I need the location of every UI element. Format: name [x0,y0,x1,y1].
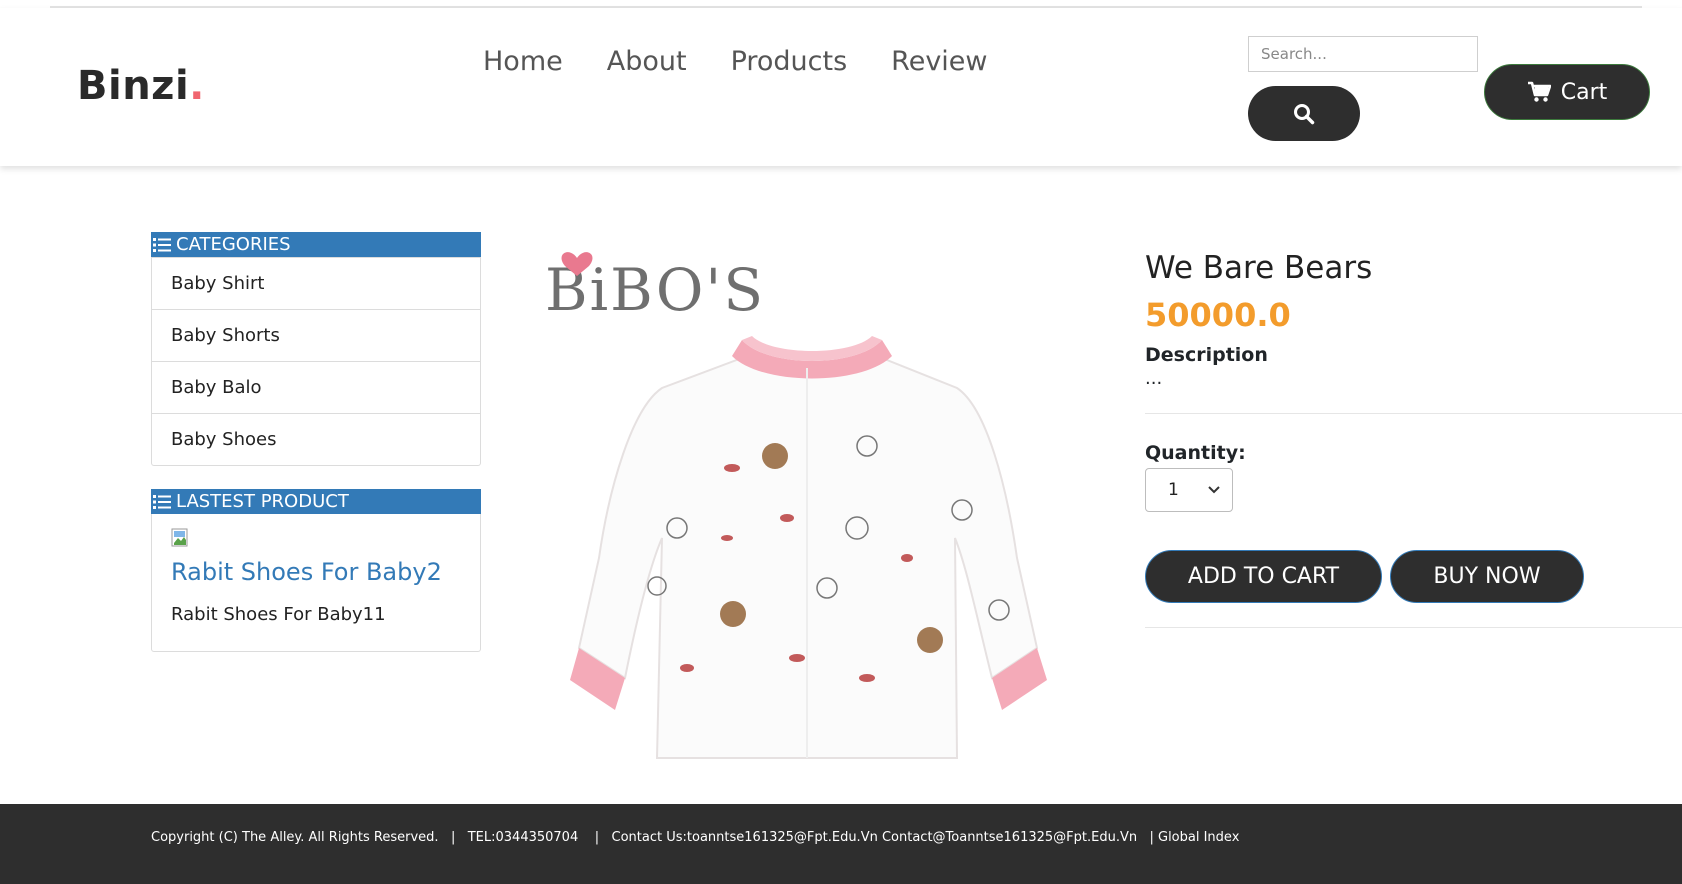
category-item[interactable]: Baby Shirt [152,257,480,309]
search-icon [1294,103,1315,124]
divider [1145,627,1682,628]
product-price: 50000.0 [1145,296,1291,334]
description-text: ... [1145,368,1163,389]
add-to-cart-button[interactable]: ADD TO CART [1145,550,1382,603]
broken-image-icon [171,528,188,547]
quantity-value: 1 [1168,480,1179,500]
site-logo[interactable]: Binzi. [77,63,205,109]
cart-button[interactable]: Cart [1484,64,1650,120]
list-icon [153,237,171,252]
categories-title: CATEGORIES [176,234,291,255]
category-item[interactable]: Baby Shorts [152,309,480,361]
logo-text: Binzi [77,63,190,109]
nav-products[interactable]: Products [731,46,848,77]
site-header: Binzi. Home About Products Review Cart [0,8,1682,166]
logo-dot: . [189,63,205,109]
divider [1145,413,1682,414]
category-item[interactable]: Baby Balo [152,361,480,413]
quantity-select[interactable]: 1 [1145,468,1233,512]
cart-icon [1527,81,1551,102]
nav-about[interactable]: About [607,46,687,77]
cart-label: Cart [1560,79,1608,105]
search-input[interactable] [1248,36,1478,72]
site-footer: Copyright (C) The Alley. All Rights Rese… [0,804,1682,884]
nav-review[interactable]: Review [891,46,987,77]
quantity-label: Quantity: [1145,442,1246,464]
chevron-down-icon [1208,486,1220,494]
product-actions: ADD TO CART BUY NOW [1145,550,1682,603]
search-button[interactable] [1248,86,1360,141]
latest-product-link[interactable]: Rabit Shoes For Baby2 [152,558,480,586]
footer-text: Copyright (C) The Alley. All Rights Rese… [151,830,1240,845]
product-image: BiBO'S [545,252,1047,759]
latest-product-name: Rabit Shoes For Baby11 [171,604,386,625]
latest-product-header: LASTEST PRODUCT [151,489,481,514]
buy-now-button[interactable]: BUY NOW [1390,550,1584,603]
category-item[interactable]: Baby Shoes [152,413,480,465]
main-nav: Home About Products Review [483,46,988,77]
product-info: We Bare Bears 50000.0 Description ... Qu… [1145,250,1682,628]
list-icon [153,494,171,509]
description-label: Description [1145,344,1268,366]
categories-header: CATEGORIES [151,232,481,257]
latest-product-panel: LASTEST PRODUCT Rabit Shoes For Baby2 Ra… [151,489,481,652]
nav-home[interactable]: Home [483,46,563,77]
product-name: We Bare Bears [1145,250,1373,286]
latest-product-title: LASTEST PRODUCT [176,491,349,512]
categories-panel: CATEGORIES Baby Shirt Baby Shorts Baby B… [151,232,481,466]
